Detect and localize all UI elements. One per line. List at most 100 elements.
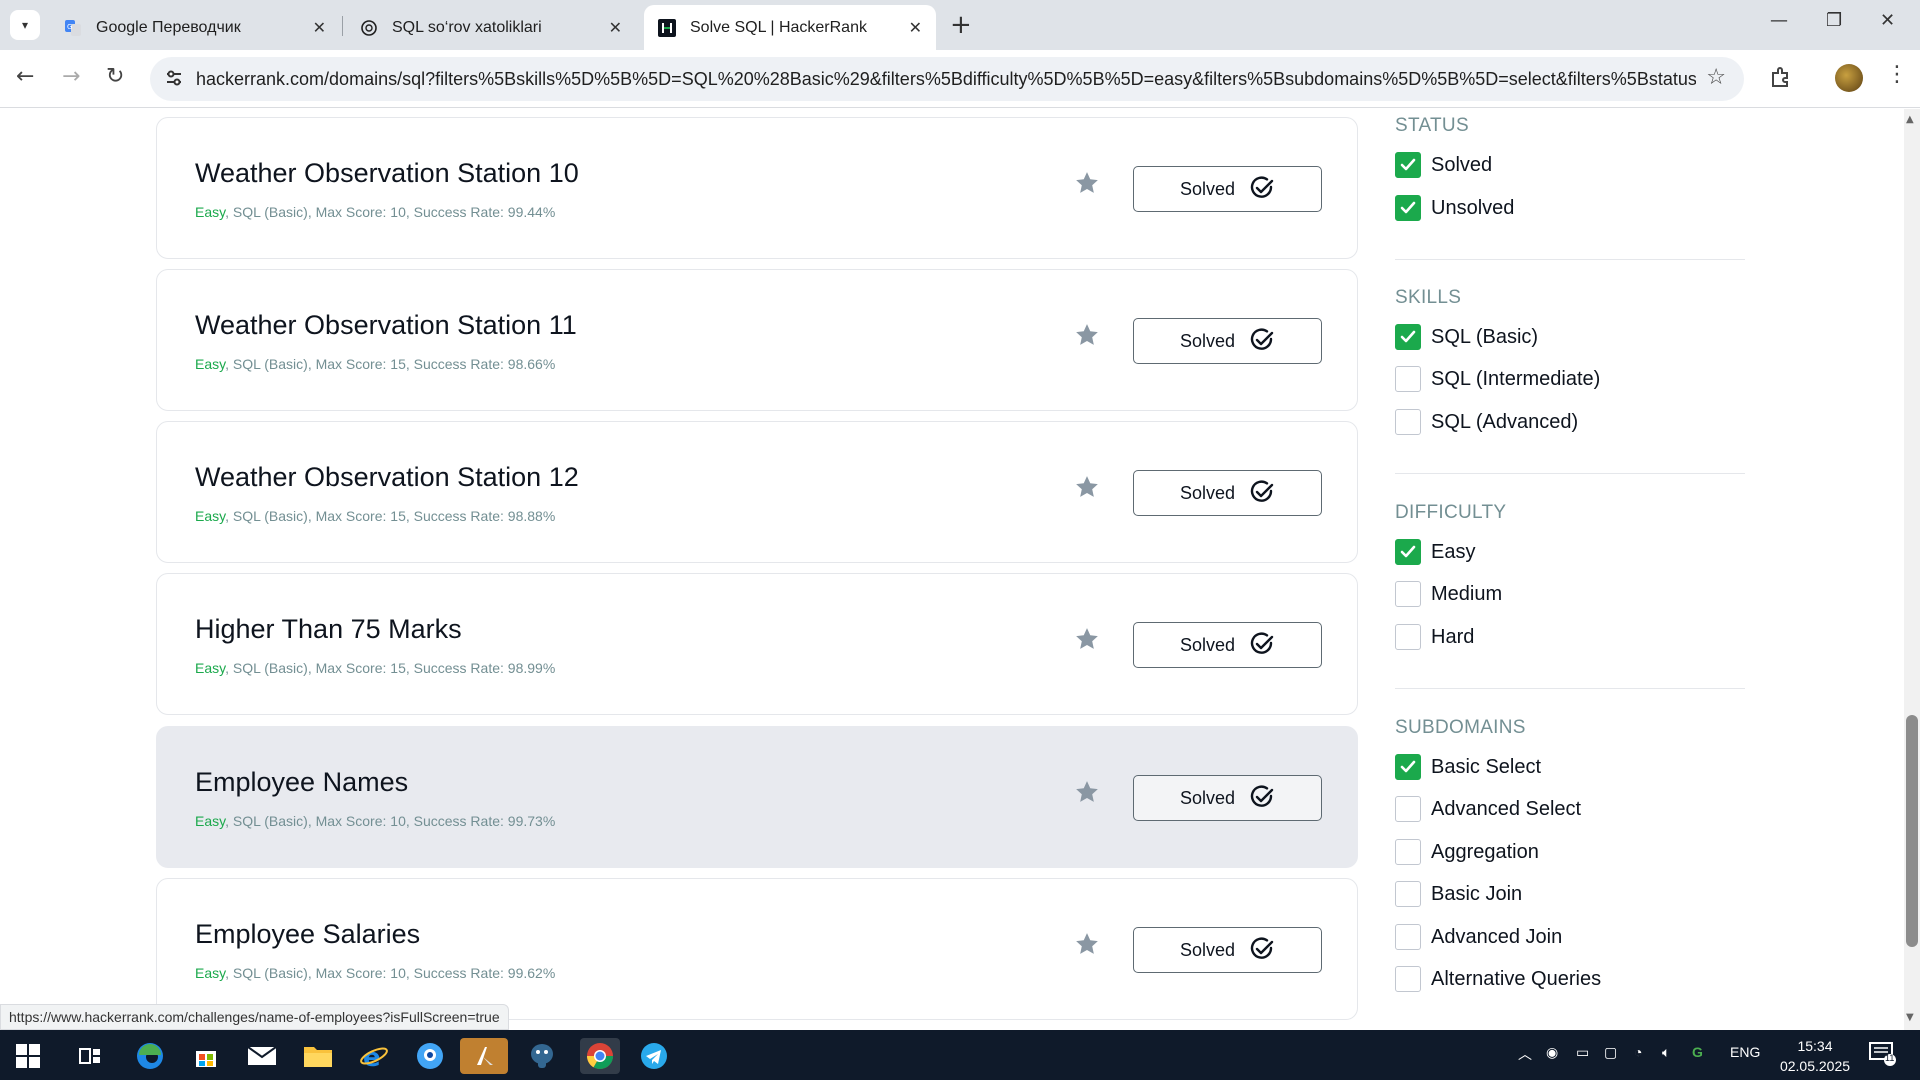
- chrome-icon[interactable]: [580, 1038, 620, 1074]
- filter-skill-sql-advanced[interactable]: SQL (Advanced): [1395, 407, 1578, 437]
- bookmark-star-icon[interactable]: [1074, 322, 1100, 348]
- checkbox-checked[interactable]: [1395, 754, 1421, 780]
- checkbox-unchecked[interactable]: [1395, 966, 1421, 992]
- bookmark-star-icon[interactable]: [1074, 779, 1100, 805]
- close-icon[interactable]: ✕: [609, 18, 622, 38]
- mail-icon[interactable]: [244, 1038, 280, 1074]
- profile-avatar[interactable]: [1835, 64, 1863, 92]
- checkbox-unchecked[interactable]: [1395, 924, 1421, 950]
- challenge-card[interactable]: Weather Observation Station 12 Easy, SQL …: [156, 421, 1358, 563]
- tab-google-translate[interactable]: G Google Переводчик ✕: [50, 5, 340, 50]
- checkbox-unchecked[interactable]: [1395, 409, 1421, 435]
- notifications-icon[interactable]: 11: [1868, 1040, 1896, 1069]
- challenge-title[interactable]: Weather Observation Station 12: [195, 462, 579, 493]
- battery-icon[interactable]: ▭: [1576, 1044, 1589, 1061]
- back-arrow-icon[interactable]: ←: [16, 64, 34, 89]
- scrollbar-thumb[interactable]: [1906, 715, 1918, 947]
- challenge-card[interactable]: Employee Names Easy, SQL (Basic), Max Sco…: [156, 726, 1358, 868]
- task-view-icon[interactable]: [72, 1038, 108, 1074]
- checkbox-checked[interactable]: [1395, 539, 1421, 565]
- new-tab-button[interactable]: +: [950, 10, 972, 40]
- challenge-card[interactable]: Higher Than 75 Marks Easy, SQL (Basic), M…: [156, 573, 1358, 715]
- window-close-button[interactable]: ✕: [1880, 10, 1895, 31]
- tab-sql-errors[interactable]: SQL so‘rov xatoliklari ✕: [346, 5, 636, 50]
- solved-button[interactable]: Solved: [1133, 318, 1322, 364]
- system-clock[interactable]: 15:34 02.05.2025: [1772, 1036, 1858, 1076]
- filter-status-solved[interactable]: Solved: [1395, 150, 1492, 180]
- checkbox-checked[interactable]: [1395, 152, 1421, 178]
- filter-subdomain-advanced-join[interactable]: Advanced Join: [1395, 922, 1562, 952]
- close-icon[interactable]: ✕: [909, 18, 922, 38]
- filter-difficulty-hard[interactable]: Hard: [1395, 622, 1474, 652]
- filter-subdomain-advanced-select[interactable]: Advanced Select: [1395, 794, 1581, 824]
- scroll-down-arrow-icon[interactable]: ▼: [1906, 1012, 1914, 1023]
- checkbox-unchecked[interactable]: [1395, 839, 1421, 865]
- tray-app-icon[interactable]: ◉: [1546, 1044, 1558, 1061]
- postgresql-icon[interactable]: [524, 1038, 560, 1074]
- microsoft-store-icon[interactable]: [188, 1038, 224, 1074]
- bookmark-star-icon[interactable]: [1074, 474, 1100, 500]
- close-icon[interactable]: ✕: [313, 18, 326, 38]
- bookmark-star-icon[interactable]: [1074, 170, 1100, 196]
- reload-icon[interactable]: ↻: [106, 64, 124, 89]
- challenge-title[interactable]: Employee Salaries: [195, 919, 420, 950]
- bookmark-star-icon[interactable]: [1074, 626, 1100, 652]
- checkbox-checked[interactable]: [1395, 195, 1421, 221]
- tab-search-button[interactable]: ▾: [10, 10, 40, 40]
- divider: [1395, 473, 1745, 474]
- challenge-card[interactable]: Weather Observation Station 11 Easy, SQL …: [156, 269, 1358, 411]
- filter-subdomain-basic-join[interactable]: Basic Join: [1395, 879, 1522, 909]
- restore-button[interactable]: ❐: [1826, 10, 1842, 31]
- challenge-card[interactable]: Employee Salaries Easy, SQL (Basic), Max …: [156, 878, 1358, 1020]
- filter-subdomain-basic-select[interactable]: Basic Select: [1395, 752, 1541, 782]
- solved-button[interactable]: Solved: [1133, 775, 1322, 821]
- challenge-card[interactable]: Weather Observation Station 10 Easy, SQL …: [156, 117, 1358, 259]
- wifi-icon[interactable]: ◔: [1634, 1044, 1642, 1060]
- search-app-icon[interactable]: [412, 1038, 448, 1074]
- site-settings-icon[interactable]: [164, 68, 184, 88]
- filter-status-unsolved[interactable]: Unsolved: [1395, 193, 1514, 223]
- challenge-title[interactable]: Weather Observation Station 11: [195, 310, 577, 341]
- forward-arrow-icon[interactable]: →: [62, 64, 80, 89]
- extensions-icon[interactable]: [1768, 64, 1794, 90]
- tab-hackerrank[interactable]: Solve SQL | HackerRank ✕: [644, 5, 936, 50]
- checkbox-unchecked[interactable]: [1395, 796, 1421, 822]
- filter-skill-sql-basic[interactable]: SQL (Basic): [1395, 322, 1538, 352]
- scroll-up-arrow-icon[interactable]: ▲: [1906, 114, 1914, 125]
- telegram-icon[interactable]: [636, 1038, 672, 1074]
- minimize-button[interactable]: —: [1770, 10, 1788, 31]
- challenge-title[interactable]: Weather Observation Station 10: [195, 158, 579, 189]
- edge-browser-icon[interactable]: [132, 1038, 168, 1074]
- tray-green-app-icon[interactable]: G: [1692, 1044, 1703, 1060]
- filter-subdomain-aggregation[interactable]: Aggregation: [1395, 837, 1539, 867]
- internet-explorer-icon[interactable]: e: [356, 1038, 392, 1074]
- checkbox-unchecked[interactable]: [1395, 881, 1421, 907]
- solved-button[interactable]: Solved: [1133, 166, 1322, 212]
- checkbox-checked[interactable]: [1395, 324, 1421, 350]
- address-bar[interactable]: hackerrank.com/domains/sql?filters%5Bski…: [150, 57, 1744, 101]
- bookmark-star-icon[interactable]: [1074, 931, 1100, 957]
- checkbox-unchecked[interactable]: [1395, 624, 1421, 650]
- bookmark-star-icon[interactable]: ☆: [1706, 65, 1726, 90]
- solved-button[interactable]: Solved: [1133, 470, 1322, 516]
- meet-now-icon[interactable]: ▢: [1604, 1044, 1617, 1061]
- checkbox-unchecked[interactable]: [1395, 366, 1421, 392]
- anaconda-app-icon[interactable]: [460, 1038, 508, 1074]
- filter-skill-sql-intermediate[interactable]: SQL (Intermediate): [1395, 364, 1600, 394]
- filter-difficulty-medium[interactable]: Medium: [1395, 579, 1502, 609]
- url-text[interactable]: hackerrank.com/domains/sql?filters%5Bski…: [196, 69, 1696, 90]
- browser-menu-icon[interactable]: ⋮: [1886, 62, 1908, 87]
- difficulty-label: Easy: [195, 813, 226, 829]
- solved-button[interactable]: Solved: [1133, 622, 1322, 668]
- windows-start-icon[interactable]: [10, 1038, 46, 1074]
- challenge-title[interactable]: Employee Names: [195, 767, 408, 798]
- checkbox-unchecked[interactable]: [1395, 581, 1421, 607]
- filter-difficulty-easy[interactable]: Easy: [1395, 537, 1475, 567]
- show-hidden-icons-chevron-icon[interactable]: ︿: [1518, 1044, 1532, 1064]
- filter-subdomain-alternative-queries[interactable]: Alternative Queries: [1395, 964, 1601, 994]
- challenge-title[interactable]: Higher Than 75 Marks: [195, 614, 462, 645]
- language-indicator[interactable]: ENG: [1730, 1044, 1760, 1060]
- file-explorer-icon[interactable]: [300, 1038, 336, 1074]
- volume-icon[interactable]: 🔈︎: [1662, 1044, 1670, 1061]
- solved-button[interactable]: Solved: [1133, 927, 1322, 973]
